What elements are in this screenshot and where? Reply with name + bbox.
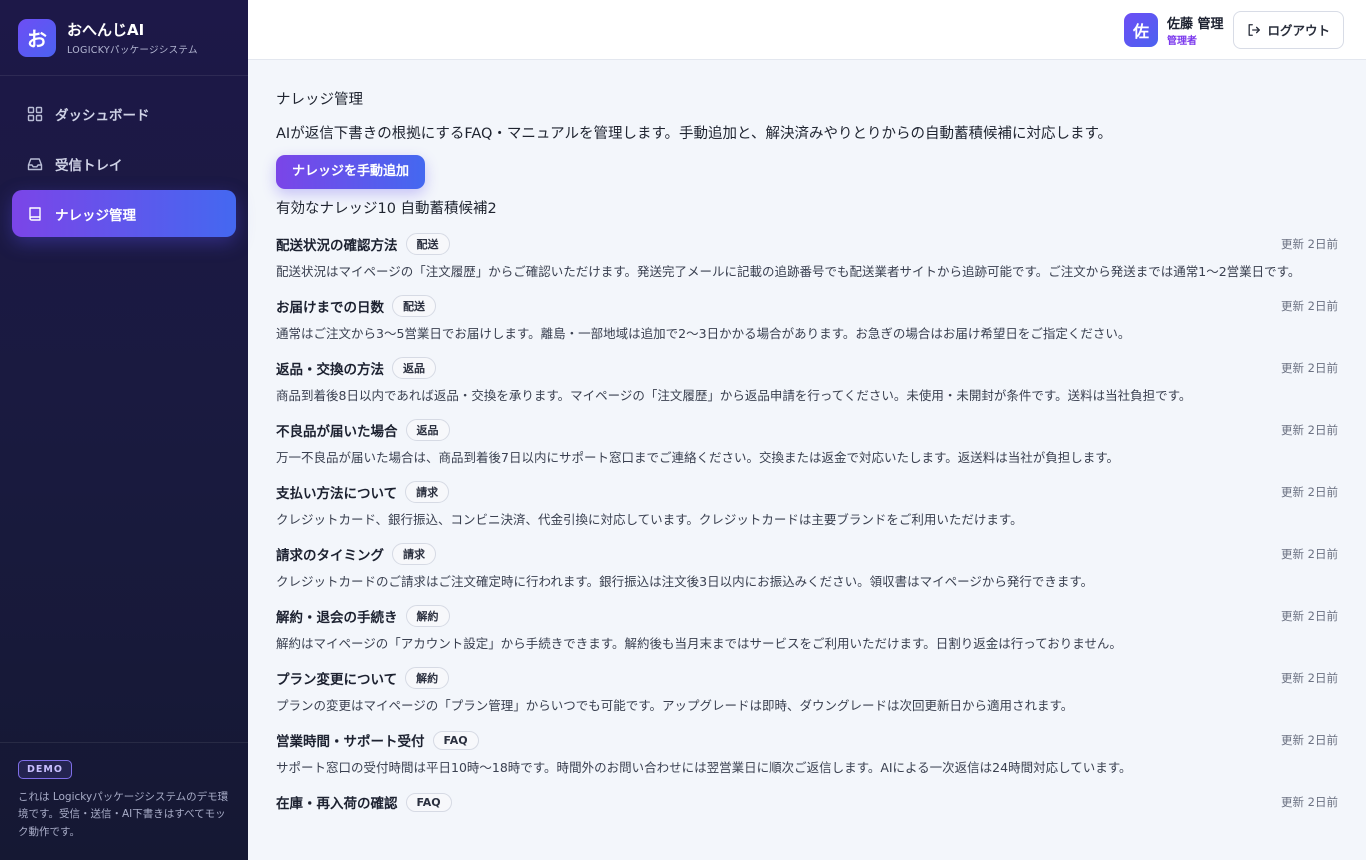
app: お おへんじAI LOGICKYパッケージシステム ダッシュボード 受信トレイ bbox=[0, 0, 1366, 860]
list-item[interactable]: 請求のタイミング 請求 更新 2日前 クレジットカードのご請求はご注文確定時に行… bbox=[276, 542, 1338, 592]
sidebar-item-label: ナレッジ管理 bbox=[55, 207, 136, 224]
list-item[interactable]: 営業時間・サポート受付 FAQ 更新 2日前 サポート窓口の受付時間は平日10時… bbox=[276, 728, 1338, 778]
category-tag: 請求 bbox=[405, 481, 450, 503]
item-title: 在庫・再入荷の確認 bbox=[276, 796, 398, 812]
sidebar-item-dashboard[interactable]: ダッシュボード bbox=[12, 90, 236, 137]
updated-time: 更新 2日前 bbox=[1281, 485, 1338, 499]
item-body: 配送状況はマイページの「注文履歴」からご確認いただけます。発送完了メールに記載の… bbox=[276, 264, 1301, 279]
category-tag: 請求 bbox=[392, 543, 436, 565]
page-title: ナレッジ管理 bbox=[276, 92, 363, 108]
updated-time: 更新 2日前 bbox=[1281, 361, 1338, 375]
item-title: 営業時間・サポート受付 bbox=[276, 734, 425, 750]
item-body: サポート窓口の受付時間は平日10時〜18時です。時間外のお問い合わせには翌営業日… bbox=[276, 760, 1132, 775]
sidebar-item-label: 受信トレイ bbox=[55, 157, 123, 174]
item-body: クレジットカード、銀行振込、コンビニ決済、代金引換に対応しています。クレジットカ… bbox=[276, 512, 1023, 527]
item-title: お届けまでの日数 bbox=[276, 300, 384, 316]
category-tag: 解約 bbox=[405, 667, 450, 689]
list-item[interactable]: 支払い方法について 請求 更新 2日前 クレジットカード、銀行振込、コンビニ決済… bbox=[276, 480, 1338, 530]
topbar: 佐 佐藤 管理 管理者 ログアウト bbox=[248, 0, 1366, 60]
main: 佐 佐藤 管理 管理者 ログアウト ナレッジ管理 AIが返信下書きの根拠にするF… bbox=[248, 0, 1366, 860]
page-description: AIが返信下書きの根拠にするFAQ・マニュアルを管理します。手動追加と、解決済み… bbox=[276, 126, 1113, 142]
updated-time: 更新 2日前 bbox=[1281, 299, 1338, 313]
sidebar-item-inbox[interactable]: 受信トレイ bbox=[12, 140, 236, 187]
brand[interactable]: お おへんじAI LOGICKYパッケージシステム bbox=[0, 0, 248, 76]
sidebar-nav: ダッシュボード 受信トレイ ナレッジ管理 bbox=[0, 76, 248, 237]
item-body: クレジットカードのご請求はご注文確定時に行われます。銀行振込は注文後3日以内にお… bbox=[276, 574, 1094, 589]
list-item[interactable]: 返品・交換の方法 返品 更新 2日前 商品到着後8日以内であれば返品・交換を承り… bbox=[276, 356, 1338, 406]
item-title: 返品・交換の方法 bbox=[276, 362, 384, 378]
list-item[interactable]: 不良品が届いた場合 返品 更新 2日前 万一不良品が届いた場合は、商品到着後7日… bbox=[276, 418, 1338, 468]
add-knowledge-button[interactable]: ナレッジを手動追加 bbox=[276, 155, 426, 189]
demo-badge: DEMO bbox=[18, 760, 72, 779]
sidebar-footer: DEMO これは Logickyパッケージシステムのデモ環境です。受信・送信・A… bbox=[0, 742, 248, 860]
avatar[interactable]: 佐 bbox=[1123, 12, 1158, 47]
knowledge-list: 配送状況の確認方法 配送 更新 2日前 配送状況はマイページの「注文履歴」からご… bbox=[276, 232, 1338, 814]
item-body: 解約はマイページの「アカウント設定」から手続きできます。解約後も当月末まではサー… bbox=[276, 636, 1122, 651]
brand-logo: お bbox=[18, 18, 56, 57]
grid-icon bbox=[26, 105, 44, 123]
item-title: 解約・退会の手続き bbox=[276, 610, 398, 626]
category-tag: FAQ bbox=[405, 792, 452, 812]
knowledge-page: ナレッジ管理 AIが返信下書きの根拠にするFAQ・マニュアルを管理します。手動追… bbox=[248, 60, 1366, 826]
item-title: 配送状況の確認方法 bbox=[276, 238, 398, 254]
knowledge-stats: 有効なナレッジ10 自動蓄積候補2 bbox=[276, 201, 497, 217]
brand-title: おへんじAI bbox=[67, 21, 145, 39]
item-title: 支払い方法について bbox=[276, 486, 398, 502]
updated-time: 更新 2日前 bbox=[1281, 547, 1338, 561]
sidebar: お おへんじAI LOGICKYパッケージシステム ダッシュボード 受信トレイ bbox=[0, 0, 248, 860]
logout-label: ログアウト bbox=[1267, 23, 1330, 38]
user-info: 佐藤 管理 管理者 bbox=[1167, 13, 1224, 47]
item-title: プラン変更について bbox=[276, 672, 398, 688]
item-body: プランの変更はマイページの「プラン管理」からいつでも可能です。アップグレードは即… bbox=[276, 698, 1074, 713]
user-name: 佐藤 管理 bbox=[1166, 16, 1224, 32]
category-tag: 返品 bbox=[392, 357, 436, 379]
updated-time: 更新 2日前 bbox=[1281, 237, 1338, 251]
list-item[interactable]: 配送状況の確認方法 配送 更新 2日前 配送状況はマイページの「注文履歴」からご… bbox=[276, 232, 1338, 282]
item-title: 不良品が届いた場合 bbox=[276, 424, 398, 440]
category-tag: 返品 bbox=[405, 419, 450, 441]
updated-time: 更新 2日前 bbox=[1281, 733, 1338, 747]
category-tag: 配送 bbox=[392, 295, 436, 317]
list-item[interactable]: 解約・退会の手続き 解約 更新 2日前 解約はマイページの「アカウント設定」から… bbox=[276, 604, 1338, 654]
sidebar-item-knowledge[interactable]: ナレッジ管理 bbox=[12, 190, 236, 237]
sidebar-item-label: ダッシュボード bbox=[55, 107, 150, 124]
inbox-icon bbox=[26, 155, 44, 173]
list-item[interactable]: プラン変更について 解約 更新 2日前 プランの変更はマイページの「プラン管理」… bbox=[276, 666, 1338, 716]
category-tag: 解約 bbox=[405, 605, 450, 627]
logout-icon bbox=[1247, 23, 1261, 37]
item-body: 通常はご注文から3〜5営業日でお届けします。離島・一部地域は追加で2〜3日かかる… bbox=[276, 326, 1131, 341]
item-title: 請求のタイミング bbox=[276, 548, 384, 564]
category-tag: FAQ bbox=[432, 730, 479, 750]
updated-time: 更新 2日前 bbox=[1281, 671, 1338, 685]
item-body: 万一不良品が届いた場合は、商品到着後7日以内にサポート窓口までご連絡ください。交… bbox=[276, 450, 1119, 465]
list-item[interactable]: お届けまでの日数 配送 更新 2日前 通常はご注文から3〜5営業日でお届けします… bbox=[276, 294, 1338, 344]
user-role: 管理者 bbox=[1166, 35, 1197, 47]
list-item[interactable]: 在庫・再入荷の確認 FAQ 更新 2日前 bbox=[276, 790, 1338, 814]
category-tag: 配送 bbox=[405, 233, 450, 255]
updated-time: 更新 2日前 bbox=[1281, 423, 1338, 437]
updated-time: 更新 2日前 bbox=[1281, 609, 1338, 623]
book-icon bbox=[26, 205, 44, 223]
logout-button[interactable]: ログアウト bbox=[1233, 10, 1344, 49]
demo-note: これは Logickyパッケージシステムのデモ環境です。受信・送信・AI下書きは… bbox=[18, 791, 229, 838]
item-body: 商品到着後8日以内であれば返品・交換を承ります。マイページの「注文履歴」から返品… bbox=[276, 388, 1192, 403]
brand-subtitle: LOGICKYパッケージシステム bbox=[67, 45, 198, 56]
updated-time: 更新 2日前 bbox=[1281, 795, 1338, 809]
